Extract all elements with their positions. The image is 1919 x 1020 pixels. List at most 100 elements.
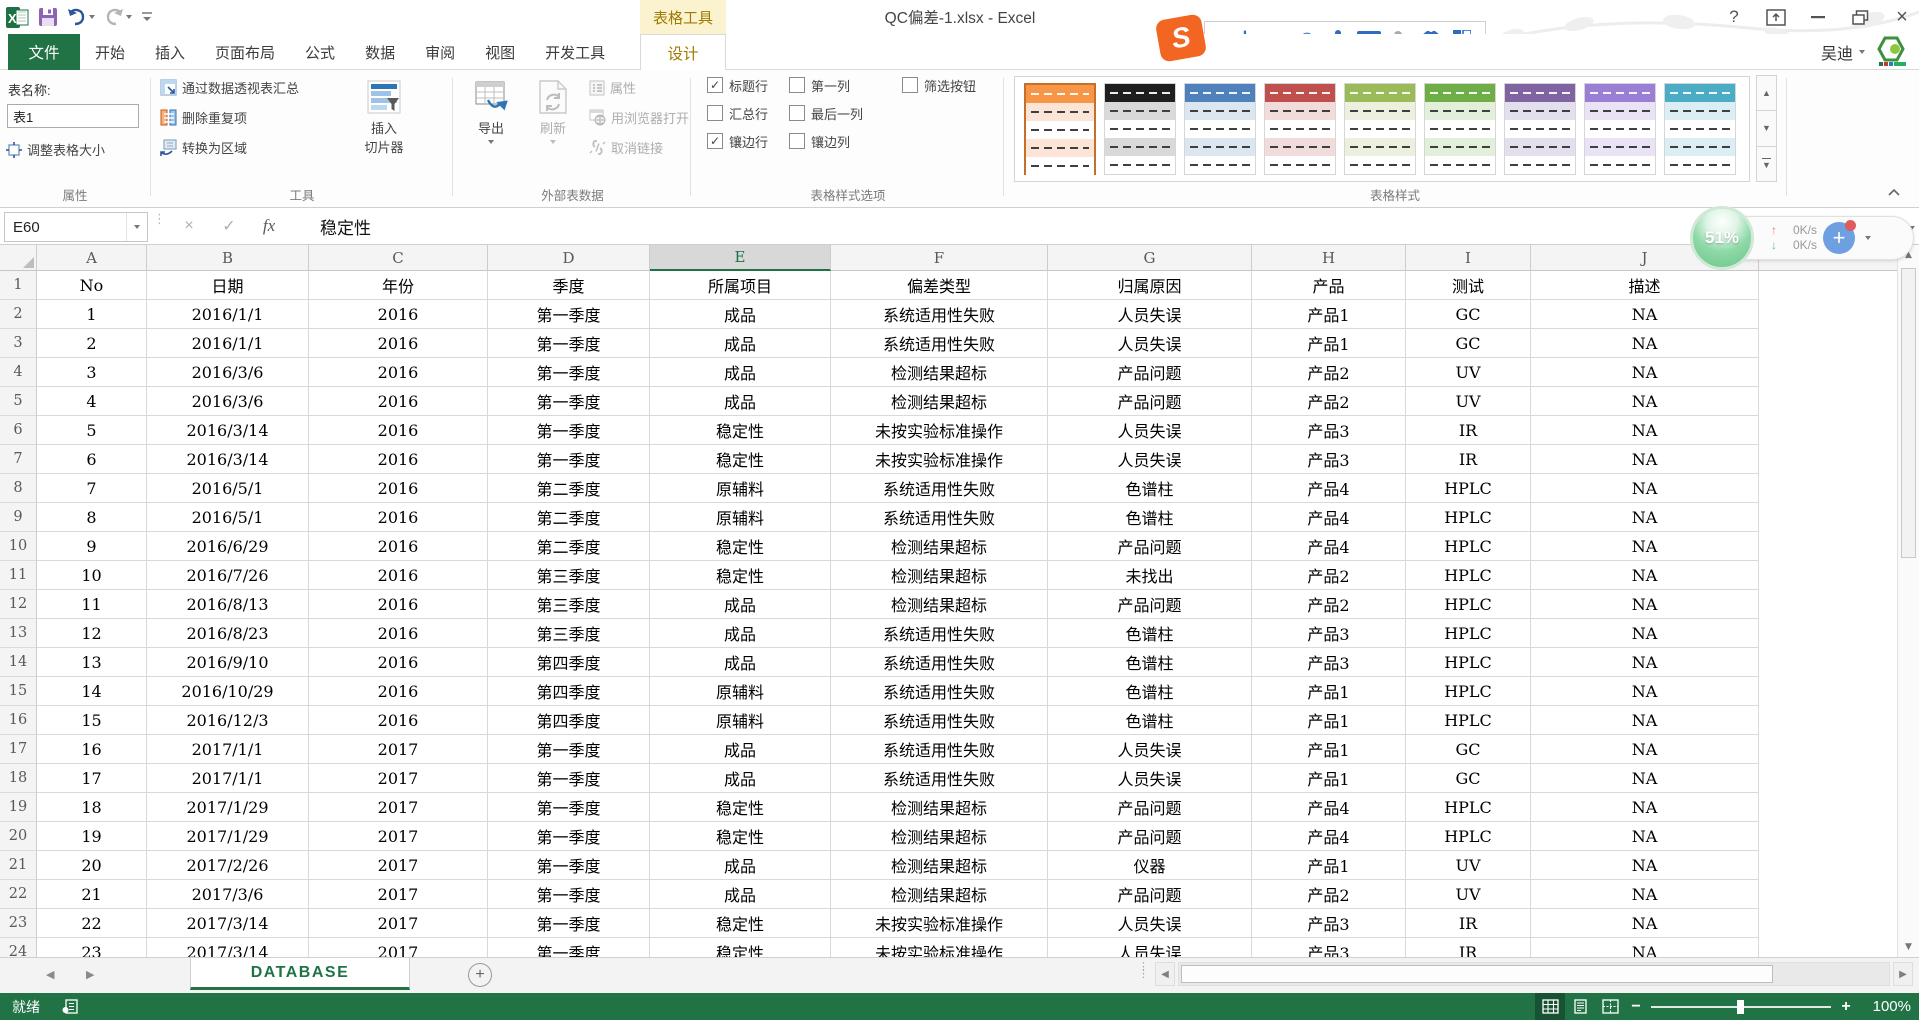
cell-J22[interactable]: NA (1531, 880, 1759, 909)
insert-slicer-button[interactable]: 插入 切片器 (356, 76, 412, 156)
cell-C10[interactable]: 2016 (309, 532, 488, 561)
scroll-down-arrow[interactable]: ▼ (1898, 937, 1919, 957)
cell-H12[interactable]: 产品2 (1252, 590, 1406, 619)
cell-D7[interactable]: 第一季度 (488, 445, 650, 474)
cell-D16[interactable]: 第四季度 (488, 706, 650, 735)
cell-D21[interactable]: 第一季度 (488, 851, 650, 880)
cell-J4[interactable]: NA (1531, 358, 1759, 387)
cell-I14[interactable]: HPLC (1406, 648, 1531, 677)
cell-E20[interactable]: 稳定性 (650, 822, 831, 851)
cell-H3[interactable]: 产品1 (1252, 329, 1406, 358)
cell-C24[interactable]: 2017 (309, 938, 488, 957)
cell-F21[interactable]: 检测结果超标 (831, 851, 1048, 880)
row-header-3[interactable]: 3 (0, 329, 37, 358)
empty-area[interactable] (1759, 648, 1919, 677)
cell-C9[interactable]: 2016 (309, 503, 488, 532)
page-layout-view-button[interactable] (1565, 993, 1595, 1020)
cell-B9[interactable]: 2016/5/1 (147, 503, 309, 532)
cell-D6[interactable]: 第一季度 (488, 416, 650, 445)
horizontal-scroll-thumb[interactable] (1181, 965, 1773, 983)
zoom-out-button[interactable]: − (1625, 998, 1647, 1016)
cell-I7[interactable]: IR (1406, 445, 1531, 474)
cell-B20[interactable]: 2017/1/29 (147, 822, 309, 851)
cell-H14[interactable]: 产品3 (1252, 648, 1406, 677)
table-style-swatch-blue[interactable] (1184, 83, 1256, 175)
cell-C22[interactable]: 2017 (309, 880, 488, 909)
cell-B2[interactable]: 2016/1/1 (147, 300, 309, 329)
row-header-4[interactable]: 4 (0, 358, 37, 387)
empty-area[interactable] (1759, 793, 1919, 822)
cell-E6[interactable]: 稳定性 (650, 416, 831, 445)
speed-monitor-widget[interactable]: ↑0K/s ↓0K/s + 51% (1690, 206, 1916, 266)
empty-area[interactable] (1759, 561, 1919, 590)
widget-expand-caret[interactable] (1865, 236, 1871, 240)
cell-D2[interactable]: 第一季度 (488, 300, 650, 329)
gallery-scroll-down-button[interactable]: ▼ (1756, 110, 1777, 146)
cell-A2[interactable]: 1 (37, 300, 147, 329)
confirm-entry-button[interactable]: ✓ (212, 212, 246, 240)
cell-C1[interactable]: 年份 (309, 271, 488, 300)
close-button[interactable]: × (1889, 5, 1915, 29)
cell-B7[interactable]: 2016/3/14 (147, 445, 309, 474)
cell-G10[interactable]: 产品问题 (1048, 532, 1252, 561)
cell-H23[interactable]: 产品3 (1252, 909, 1406, 938)
row-header-24[interactable]: 24 (0, 938, 37, 957)
cell-I9[interactable]: HPLC (1406, 503, 1531, 532)
cell-E7[interactable]: 稳定性 (650, 445, 831, 474)
cell-I15[interactable]: HPLC (1406, 677, 1531, 706)
tab-公式[interactable]: 公式 (290, 34, 350, 70)
cell-A8[interactable]: 7 (37, 474, 147, 503)
cell-J16[interactable]: NA (1531, 706, 1759, 735)
help-button[interactable]: ? (1721, 5, 1747, 29)
cell-H8[interactable]: 产品4 (1252, 474, 1406, 503)
cell-C3[interactable]: 2016 (309, 329, 488, 358)
page-break-preview-button[interactable] (1595, 993, 1625, 1020)
cell-F4[interactable]: 检测结果超标 (831, 358, 1048, 387)
cell-B13[interactable]: 2016/8/23 (147, 619, 309, 648)
cell-G11[interactable]: 未找出 (1048, 561, 1252, 590)
cell-C2[interactable]: 2016 (309, 300, 488, 329)
cell-D1[interactable]: 季度 (488, 271, 650, 300)
cell-J7[interactable]: NA (1531, 445, 1759, 474)
cell-F6[interactable]: 未按实验标准操作 (831, 416, 1048, 445)
summarize-with-pivot-button[interactable]: 通过数据透视表汇总 (160, 78, 299, 97)
row-header-5[interactable]: 5 (0, 387, 37, 416)
cell-E8[interactable]: 原辅料 (650, 474, 831, 503)
cell-I20[interactable]: HPLC (1406, 822, 1531, 851)
undo-dropdown-caret[interactable] (89, 15, 95, 19)
cell-I3[interactable]: GC (1406, 329, 1531, 358)
cell-H13[interactable]: 产品3 (1252, 619, 1406, 648)
cell-J6[interactable]: NA (1531, 416, 1759, 445)
cell-D18[interactable]: 第一季度 (488, 764, 650, 793)
cell-B24[interactable]: 2017/3/14 (147, 938, 309, 957)
row-header-10[interactable]: 10 (0, 532, 37, 561)
cell-F9[interactable]: 系统适用性失败 (831, 503, 1048, 532)
ribbon-display-options-button[interactable] (1763, 5, 1789, 29)
row-header-22[interactable]: 22 (0, 880, 37, 909)
empty-area[interactable] (1759, 706, 1919, 735)
cell-D13[interactable]: 第三季度 (488, 619, 650, 648)
column-header-A[interactable]: A (37, 245, 147, 271)
tab-页面布局[interactable]: 页面布局 (200, 34, 290, 70)
cell-G19[interactable]: 产品问题 (1048, 793, 1252, 822)
cell-F11[interactable]: 检测结果超标 (831, 561, 1048, 590)
empty-area[interactable] (1759, 851, 1919, 880)
cell-C18[interactable]: 2017 (309, 764, 488, 793)
empty-area[interactable] (1759, 271, 1919, 300)
empty-area[interactable] (1759, 938, 1919, 957)
cell-C11[interactable]: 2016 (309, 561, 488, 590)
empty-area[interactable] (1759, 735, 1919, 764)
cell-H19[interactable]: 产品4 (1252, 793, 1406, 822)
cancel-entry-button[interactable]: × (172, 212, 206, 240)
cell-J11[interactable]: NA (1531, 561, 1759, 590)
column-header-B[interactable]: B (147, 245, 309, 271)
empty-area[interactable] (1759, 619, 1919, 648)
collapse-ribbon-button[interactable] (1888, 188, 1900, 196)
cell-G18[interactable]: 人员失误 (1048, 764, 1252, 793)
row-header-21[interactable]: 21 (0, 851, 37, 880)
checkbox-标题行[interactable]: ✓标题行 (707, 76, 768, 94)
export-dropdown-caret[interactable] (488, 140, 494, 144)
cell-J13[interactable]: NA (1531, 619, 1759, 648)
cell-D19[interactable]: 第一季度 (488, 793, 650, 822)
empty-area[interactable] (1759, 416, 1919, 445)
